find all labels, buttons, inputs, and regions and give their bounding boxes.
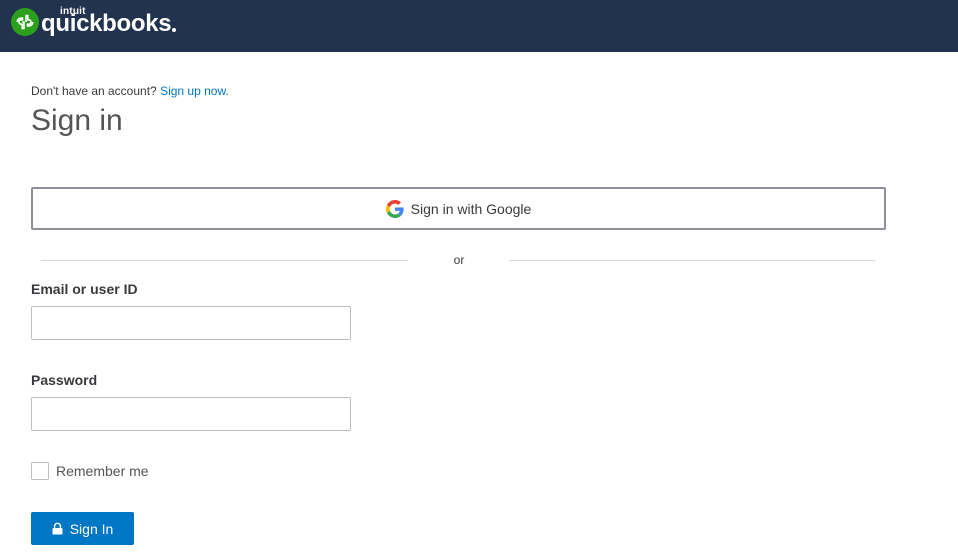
email-input[interactable] (31, 306, 351, 340)
divider-line-right (509, 260, 876, 261)
remember-me: Remember me (31, 461, 149, 480)
page-title: Sign in (31, 104, 123, 137)
remember-me-label[interactable]: Remember me (56, 463, 149, 479)
google-g-icon (385, 199, 404, 218)
logo-dot (172, 28, 176, 32)
password-input[interactable] (31, 397, 351, 431)
signup-prompt: Don't have an account? Sign up now. (31, 84, 229, 98)
google-button-label: Sign in with Google (410, 200, 532, 217)
sign-in-button-label: Sign In (69, 520, 114, 537)
top-header-bar: intuit quickbooks (0, 0, 958, 52)
sign-in-button[interactable]: Sign In (31, 512, 134, 545)
sign-in-with-google-button[interactable]: Sign in with Google (31, 187, 886, 230)
qb-logo-icon (11, 8, 39, 36)
remember-me-checkbox[interactable] (31, 461, 49, 480)
or-divider-text: or (453, 253, 465, 267)
email-label: Email or user ID (31, 281, 138, 297)
divider-line-left (41, 260, 408, 261)
sign-up-link[interactable]: Sign up now. (160, 84, 229, 98)
lock-icon (52, 522, 63, 535)
quickbooks-wordmark: quickbooks (41, 10, 172, 37)
signup-prompt-text: Don't have an account? (31, 84, 157, 98)
password-label: Password (31, 372, 98, 388)
